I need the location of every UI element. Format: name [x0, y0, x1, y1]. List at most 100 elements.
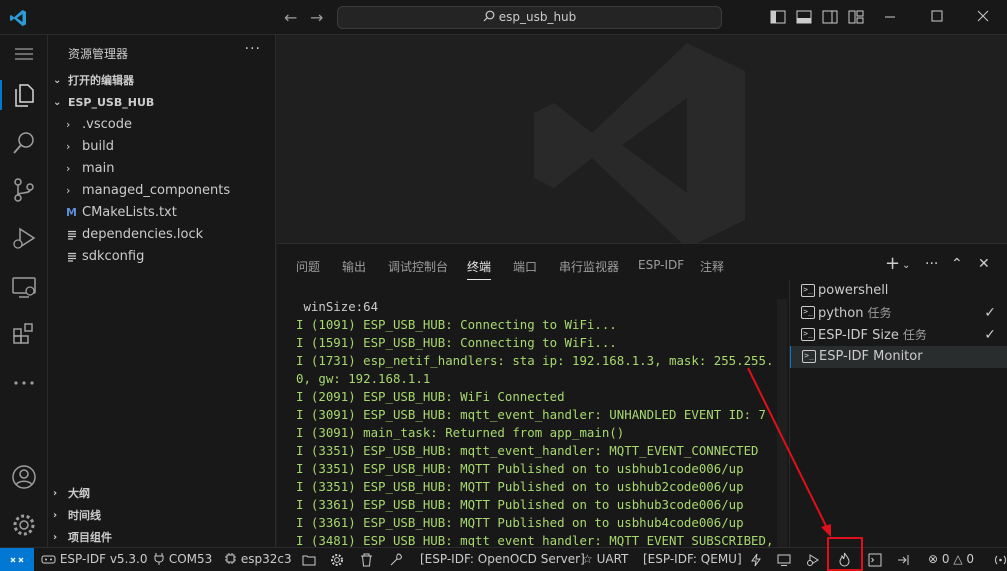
tab-esp-idf[interactable]: ESP-IDF: [638, 258, 684, 272]
openocd-item[interactable]: [ESP-IDF: OpenOCD Server]: [420, 552, 585, 566]
explorer-sidebar: 资源管理器 ··· ⌄ 打开的编辑器 ⌄ ESP_USB_HUB › .vscod…: [48, 35, 276, 547]
maximize-panel-icon[interactable]: ⌃: [951, 256, 963, 272]
file-tree: › .vscode › build › main › managed_components M C…: [48, 114, 276, 268]
back-arrow-icon[interactable]: ←: [284, 8, 297, 27]
chevron-right-icon: ›: [66, 118, 71, 131]
output-arrow-icon[interactable]: [897, 553, 911, 567]
tree-item[interactable]: › main: [48, 158, 276, 180]
settings-gear-icon[interactable]: [10, 511, 38, 539]
new-terminal-plus-icon[interactable]: +: [885, 253, 900, 274]
tab-ports[interactable]: 端口: [513, 258, 537, 275]
close-icon[interactable]: [975, 8, 991, 24]
remote-indicator[interactable]: [0, 548, 34, 571]
project-label: ESP_USB_HUB: [68, 96, 155, 109]
terminal-line: I (1091) ESP_USB_HUB: Connecting to WiFi…: [296, 317, 617, 332]
tree-item[interactable]: › .vscode: [48, 114, 276, 136]
run-debug-icon[interactable]: [10, 224, 38, 252]
chevron-right-icon: ›: [53, 532, 58, 543]
tab-serial-monitor[interactable]: 串行监视器: [559, 258, 619, 275]
terminal-line: I (3091) ESP_USB_HUB: mqtt_event_handler…: [296, 407, 766, 422]
tree-item[interactable]: M CMakeLists.txt: [48, 202, 276, 224]
folder-icon[interactable]: [302, 553, 316, 567]
timeline-label: 时间线: [68, 509, 101, 522]
terminal-line: 0, gw: 192.168.1.1: [296, 371, 431, 386]
chevron-down-icon: ⌄: [53, 97, 62, 108]
terminal-name: ESP-IDF Size: [818, 328, 899, 343]
uart-label: UART: [596, 552, 629, 566]
explorer-icon[interactable]: [10, 81, 38, 109]
toggle-secondary-sidebar-icon[interactable]: [822, 10, 838, 24]
tree-item-label: dependencies.lock: [82, 227, 204, 242]
tab-comments[interactable]: 注释: [700, 258, 724, 275]
monitor-device-icon[interactable]: [777, 553, 791, 567]
tree-item[interactable]: dependencies.lock: [48, 224, 276, 246]
search-view-icon[interactable]: [10, 129, 38, 157]
menu-icon[interactable]: [12, 45, 36, 63]
more-views-icon[interactable]: [10, 369, 38, 397]
terminal-scrollbar[interactable]: [777, 299, 787, 549]
tab-terminal[interactable]: 终端: [467, 258, 492, 280]
bottom-panel: 问题 输出 调试控制台 终端 端口 串行监视器 ESP-IDF 注释 + ⌄ ·…: [277, 243, 1007, 549]
uart-item[interactable]: ☆ UART: [582, 552, 628, 566]
panel-more-actions-icon[interactable]: ···: [925, 256, 938, 272]
search-text: esp_usb_hub: [498, 10, 577, 24]
tree-item[interactable]: › managed_components: [48, 180, 276, 202]
extensions-icon[interactable]: [10, 320, 38, 348]
broadcast-icon[interactable]: [994, 553, 1007, 567]
sdk-config-gear-icon[interactable]: [330, 553, 344, 567]
tree-item[interactable]: › build: [48, 136, 276, 158]
forward-arrow-icon[interactable]: →: [310, 8, 323, 27]
accounts-icon[interactable]: [10, 463, 38, 491]
star-icon: ☆: [582, 552, 593, 566]
idf-version-label: ESP-IDF v5.3.0: [59, 552, 148, 566]
flash-icon[interactable]: [750, 553, 762, 567]
tree-item-label: .vscode: [82, 117, 132, 132]
maximize-icon[interactable]: [929, 8, 945, 24]
cmake-file-icon: M: [66, 206, 77, 219]
problems-item[interactable]: ⊗ 0 △ 0: [928, 552, 974, 566]
editor-area[interactable]: [277, 35, 1007, 243]
terminal-instance[interactable]: >_ python 任务 ✓: [790, 302, 1007, 324]
outline-section[interactable]: › 大纲: [48, 483, 276, 505]
wrench-icon[interactable]: [389, 553, 403, 567]
explorer-more-actions-icon[interactable]: ···: [245, 41, 261, 57]
debug-run-icon[interactable]: [806, 553, 820, 567]
idf-version-item[interactable]: ESP-IDF v5.3.0: [41, 552, 147, 566]
vscode-watermark-icon: [534, 43, 745, 243]
command-center-search[interactable]: esp_usb_hub: [337, 6, 722, 29]
terminal-icon[interactable]: [868, 553, 882, 567]
toggle-primary-sidebar-icon[interactable]: [770, 10, 786, 24]
trash-icon[interactable]: [360, 553, 373, 567]
terminal-line: I (3091) main_task: Returned from app_ma…: [296, 425, 625, 440]
chevron-right-icon: ⌄: [53, 75, 62, 86]
target-item[interactable]: esp32c3: [224, 552, 292, 566]
terminal-task-tag: 任务: [867, 306, 892, 320]
terminal-name: powershell: [818, 283, 889, 298]
terminal-instance[interactable]: >_ powershell: [790, 280, 1007, 302]
terminal-instance[interactable]: >_ ESP-IDF Monitor: [790, 346, 1007, 368]
terminal-output[interactable]: winSize:64 I (1091) ESP_USB_HUB: Connecti…: [296, 298, 774, 548]
minimize-icon[interactable]: [882, 8, 898, 24]
tab-output[interactable]: 输出: [342, 258, 366, 275]
tree-item-label: main: [82, 161, 115, 176]
open-editors-section[interactable]: ⌄ 打开的编辑器: [48, 70, 276, 92]
project-section[interactable]: ⌄ ESP_USB_HUB: [48, 92, 276, 114]
remote-explorer-icon[interactable]: [10, 273, 38, 301]
tree-item[interactable]: sdkconfig: [48, 246, 276, 268]
title-bar: ← → esp_usb_hub: [0, 0, 1007, 35]
active-indicator: [0, 80, 2, 110]
port-item[interactable]: COM53: [153, 552, 212, 566]
tab-debug-console[interactable]: 调试控制台: [388, 258, 448, 275]
source-control-icon[interactable]: [10, 176, 38, 204]
customize-layout-icon[interactable]: [848, 10, 864, 24]
check-icon: ✓: [984, 327, 996, 343]
qemu-item[interactable]: [ESP-IDF: QEMU]: [643, 552, 742, 566]
chevron-right-icon: ›: [66, 184, 71, 197]
chevron-down-icon[interactable]: ⌄: [902, 260, 910, 271]
terminal-instance[interactable]: >_ ESP-IDF Size 任务 ✓: [790, 324, 1007, 346]
project-components-section[interactable]: › 项目组件: [48, 527, 276, 549]
timeline-section[interactable]: › 时间线: [48, 505, 276, 527]
toggle-panel-icon[interactable]: [796, 10, 812, 24]
close-panel-icon[interactable]: ✕: [978, 256, 990, 272]
tab-problems[interactable]: 问题: [296, 258, 320, 275]
